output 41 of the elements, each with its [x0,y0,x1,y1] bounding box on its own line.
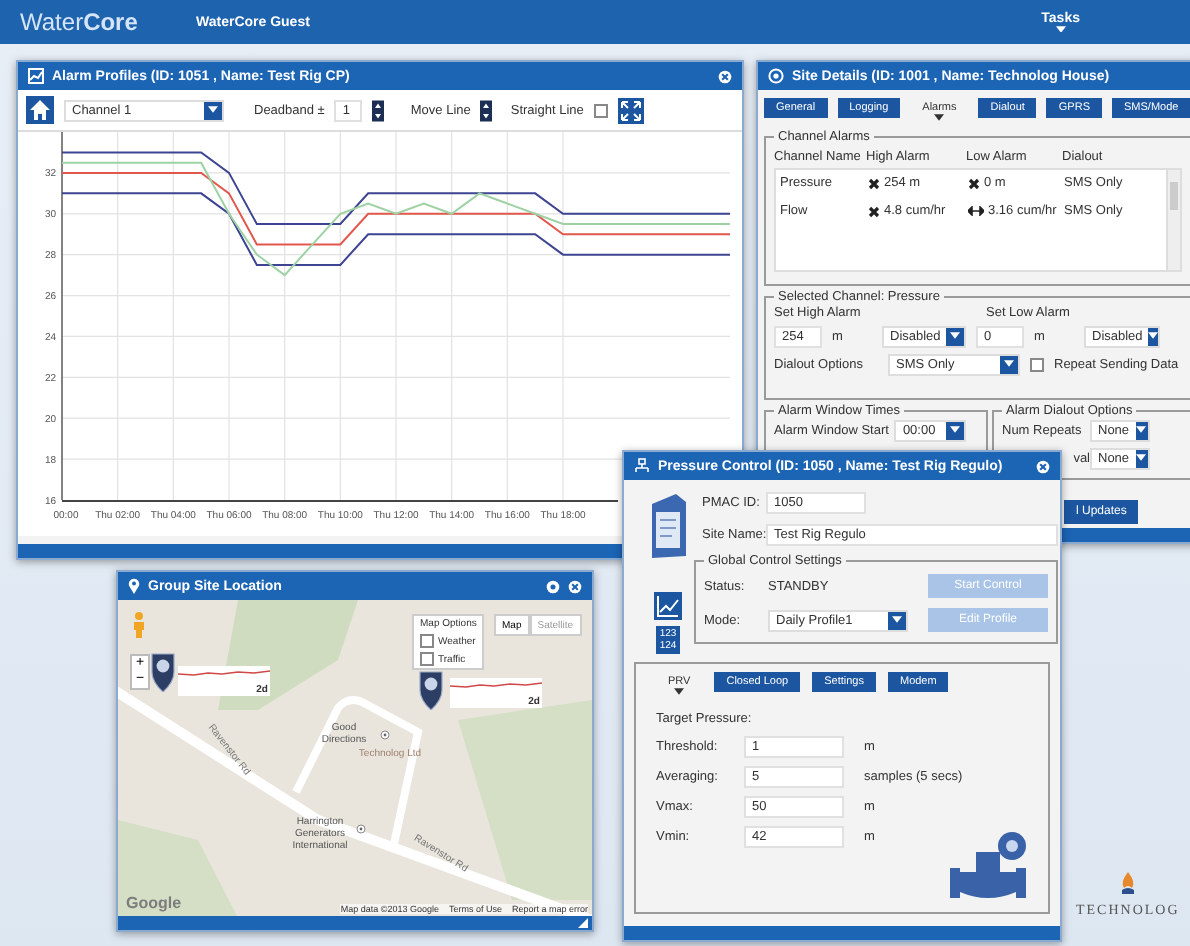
cross-icon [868,205,880,217]
pin-icon [128,578,140,594]
flame-icon [1119,872,1136,896]
home-icon[interactable] [26,96,54,124]
spin-buttons[interactable] [372,99,385,121]
close-icon[interactable] [718,69,732,83]
caret-icon [1004,360,1014,368]
caret-icon [1055,25,1066,33]
caret-icon [208,106,218,114]
cross-icon [868,177,880,189]
caret-icon [674,688,685,695]
map-marker-icon[interactable] [418,668,444,710]
scrollbar[interactable] [1166,169,1180,269]
checkbox[interactable] [1030,357,1044,371]
checkbox[interactable] [420,634,434,648]
map-marker-icon[interactable] [150,650,176,692]
caret-icon [934,114,945,121]
double-arrow-icon [968,206,984,216]
caret-icon [1136,426,1147,434]
spin-buttons[interactable] [480,99,493,121]
poi-icon [356,824,366,834]
checkbox[interactable] [593,103,608,117]
cross-icon [968,177,980,189]
sparkline [450,678,542,692]
map-logo: Google [126,894,182,912]
caret-icon [1148,332,1159,340]
caret-icon [950,332,961,340]
caret-icon [1136,454,1147,462]
sparkline [178,666,270,680]
close-icon[interactable] [1036,459,1050,473]
poi-icon [380,730,390,740]
expand-icon[interactable] [617,97,644,123]
close-icon[interactable] [568,579,582,593]
checkbox[interactable] [420,652,434,666]
line-chart-icon[interactable] [654,592,682,620]
app-logo: WaterCore [20,8,140,36]
caret-icon [892,616,902,624]
network-icon [634,458,650,474]
chart-icon [28,68,44,84]
caret-icon [950,426,961,434]
device-icon [648,492,688,560]
